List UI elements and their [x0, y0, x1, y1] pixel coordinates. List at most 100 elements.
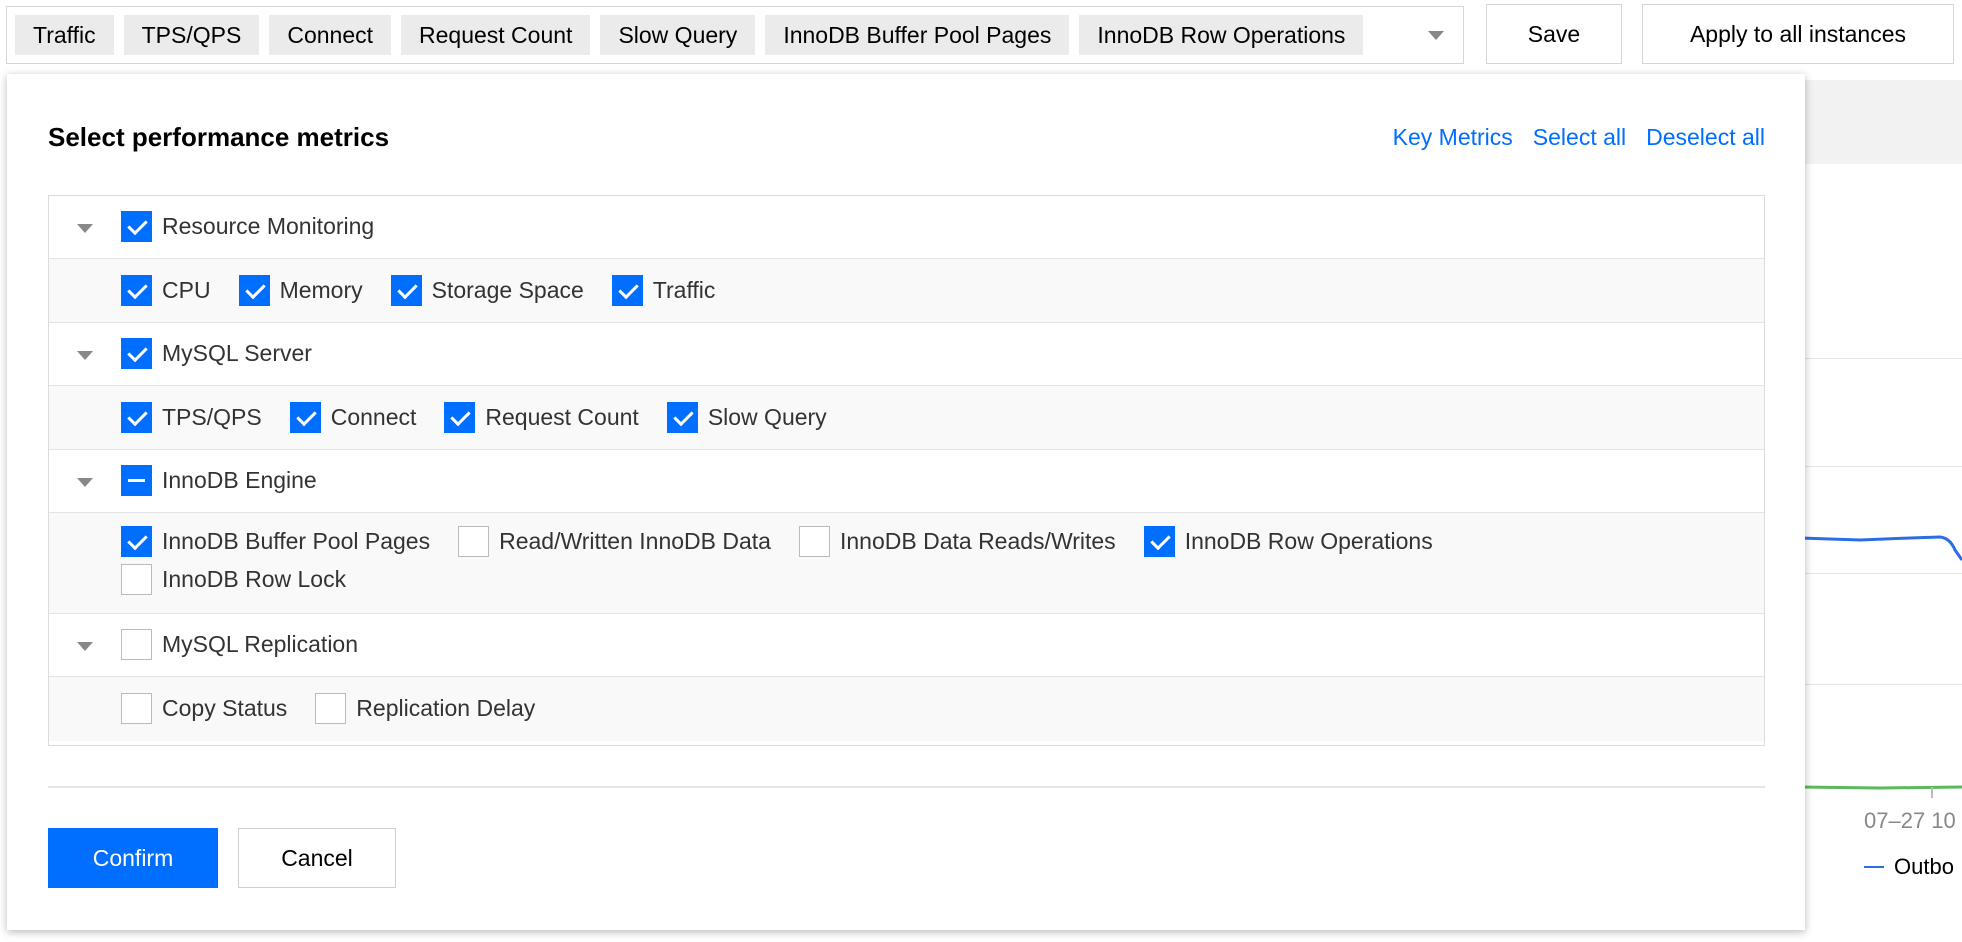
checkbox[interactable]	[121, 526, 152, 557]
group-label: Resource Monitoring	[162, 213, 375, 239]
cancel-button[interactable]: Cancel	[238, 828, 396, 888]
checkbox[interactable]	[121, 564, 152, 595]
deselect-all-link[interactable]: Deselect all	[1646, 124, 1765, 151]
items-line: CPU Memory Storage Space Traffic	[121, 275, 715, 306]
tag-tps-qps[interactable]: TPS/QPS	[123, 15, 260, 55]
tag-traffic[interactable]: Traffic	[15, 15, 114, 55]
items-line: TPS/QPS Connect Request Count Slow Query	[121, 402, 827, 433]
checkbox[interactable]	[611, 275, 643, 306]
group-resource-monitoring[interactable]: Resource Monitoring	[121, 211, 374, 242]
metric-innodb-buffer-pool-pages[interactable]: InnoDB Buffer Pool Pages	[121, 526, 430, 557]
tag-slow-query[interactable]: Slow Query	[600, 15, 756, 55]
background-series-blue	[1800, 535, 1962, 561]
metric-cpu[interactable]: CPU	[121, 275, 211, 306]
metric-label: TPS/QPS	[162, 404, 262, 430]
background-header-strip	[1805, 80, 1962, 164]
popup-divider	[48, 786, 1765, 788]
legend-line-icon	[1864, 866, 1884, 868]
checkbox[interactable]	[444, 402, 476, 433]
metric-traffic[interactable]: Traffic	[611, 275, 716, 306]
background-legend: Outbo	[1864, 854, 1954, 880]
checkbox[interactable]	[315, 693, 347, 724]
background-chart	[1800, 535, 1962, 798]
group-label: MySQL Replication	[162, 631, 359, 657]
checkbox[interactable]	[121, 629, 152, 660]
metric-tps-qps[interactable]: TPS/QPS	[121, 402, 262, 433]
key-metrics-link[interactable]: Key Metrics	[1393, 124, 1513, 151]
items-row-mysql-server: TPS/QPS Connect Request Count Slow Query	[49, 386, 1764, 450]
metric-label: Copy Status	[162, 695, 288, 721]
metric-label: Replication Delay	[356, 695, 536, 721]
checkbox[interactable]	[121, 275, 152, 306]
tag-request-count[interactable]: Request Count	[401, 15, 591, 55]
group-row-mysql-replication: MySQL Replication	[49, 614, 1764, 677]
checkbox[interactable]	[458, 526, 490, 557]
save-button[interactable]: Save	[1486, 4, 1622, 64]
caret-down-icon[interactable]	[77, 478, 93, 487]
metrics-popup: Select performance metrics Key Metrics S…	[7, 74, 1805, 930]
select-all-link[interactable]: Select all	[1533, 124, 1626, 151]
metric-label: Slow Query	[707, 404, 827, 430]
page: 07–27 10 Outbo Traffic TPS/QPS Connect R…	[0, 0, 1962, 942]
items-row-mysql-replication: Copy Status Replication Delay	[49, 677, 1764, 741]
group-mysql-server[interactable]: MySQL Server	[121, 338, 312, 369]
metric-read-written-innodb-data[interactable]: Read/Written InnoDB Data	[458, 526, 771, 557]
items-line: InnoDB Buffer Pool Pages Read/Written In…	[121, 526, 1433, 557]
background-date-label: 07–27 10	[1864, 808, 1956, 833]
checkbox[interactable]	[238, 275, 270, 306]
background-divider	[1800, 466, 1962, 467]
items-line: Copy Status Replication Delay	[121, 693, 535, 724]
checkbox[interactable]	[666, 402, 698, 433]
background-divider	[1800, 358, 1962, 359]
group-row-resource-monitoring: Resource Monitoring	[49, 196, 1764, 259]
metrics-tree: Resource Monitoring CPU Memory Storage S…	[48, 195, 1765, 746]
metric-innodb-row-lock[interactable]: InnoDB Row Lock	[121, 564, 346, 595]
checkbox[interactable]	[121, 211, 152, 242]
checkbox[interactable]	[121, 338, 152, 369]
metric-replication-delay[interactable]: Replication Delay	[315, 693, 535, 724]
checkbox[interactable]	[289, 402, 321, 433]
checkbox[interactable]	[121, 693, 152, 724]
checkbox-indeterminate[interactable]	[121, 465, 152, 496]
group-mysql-replication[interactable]: MySQL Replication	[121, 629, 358, 660]
confirm-button[interactable]: Confirm	[48, 828, 218, 888]
metric-storage-space[interactable]: Storage Space	[390, 275, 584, 306]
checkbox[interactable]	[390, 275, 422, 306]
checkbox[interactable]	[1143, 526, 1175, 557]
group-innodb-engine[interactable]: InnoDB Engine	[121, 465, 317, 496]
items-line: InnoDB Row Lock	[121, 564, 346, 595]
tag-innodb-buffer-pool-pages[interactable]: InnoDB Buffer Pool Pages	[765, 15, 1070, 55]
metric-label: InnoDB Data Reads/Writes	[839, 528, 1116, 554]
metric-label: InnoDB Row Operations	[1184, 528, 1433, 554]
group-label: MySQL Server	[162, 340, 312, 366]
metric-innodb-data-reads-writes[interactable]: InnoDB Data Reads/Writes	[798, 526, 1116, 557]
caret-down-icon[interactable]	[77, 642, 93, 651]
metric-copy-status[interactable]: Copy Status	[121, 693, 287, 724]
metric-memory[interactable]: Memory	[238, 275, 363, 306]
items-row-resource-monitoring: CPU Memory Storage Space Traffic	[49, 259, 1764, 323]
metric-label: Storage Space	[431, 277, 584, 303]
metric-innodb-row-operations[interactable]: InnoDB Row Operations	[1143, 526, 1433, 557]
metric-label: InnoDB Buffer Pool Pages	[162, 528, 431, 554]
tag-innodb-row-operations[interactable]: InnoDB Row Operations	[1079, 15, 1364, 55]
metric-label: Request Count	[485, 404, 639, 430]
group-label: InnoDB Engine	[162, 467, 317, 493]
checkbox[interactable]	[121, 402, 152, 433]
metric-label: Read/Written InnoDB Data	[499, 528, 771, 554]
background-series-green	[1800, 785, 1962, 790]
metric-slow-query[interactable]: Slow Query	[666, 402, 827, 433]
metric-label: CPU	[162, 277, 211, 303]
selected-metrics-tagbox[interactable]: Traffic TPS/QPS Connect Request Count Sl…	[6, 6, 1464, 64]
metric-label: Traffic	[652, 277, 716, 303]
metric-connect[interactable]: Connect	[289, 402, 417, 433]
chevron-down-icon[interactable]	[1409, 6, 1463, 64]
apply-to-all-instances-button[interactable]: Apply to all instances	[1642, 4, 1954, 64]
caret-down-icon[interactable]	[77, 351, 93, 360]
tag-connect[interactable]: Connect	[269, 15, 391, 55]
metric-label: Memory	[279, 277, 363, 303]
metric-request-count[interactable]: Request Count	[444, 402, 639, 433]
checkbox[interactable]	[798, 526, 830, 557]
group-row-mysql-server: MySQL Server	[49, 323, 1764, 386]
metric-label: Connect	[330, 404, 417, 430]
caret-down-icon[interactable]	[77, 224, 93, 233]
